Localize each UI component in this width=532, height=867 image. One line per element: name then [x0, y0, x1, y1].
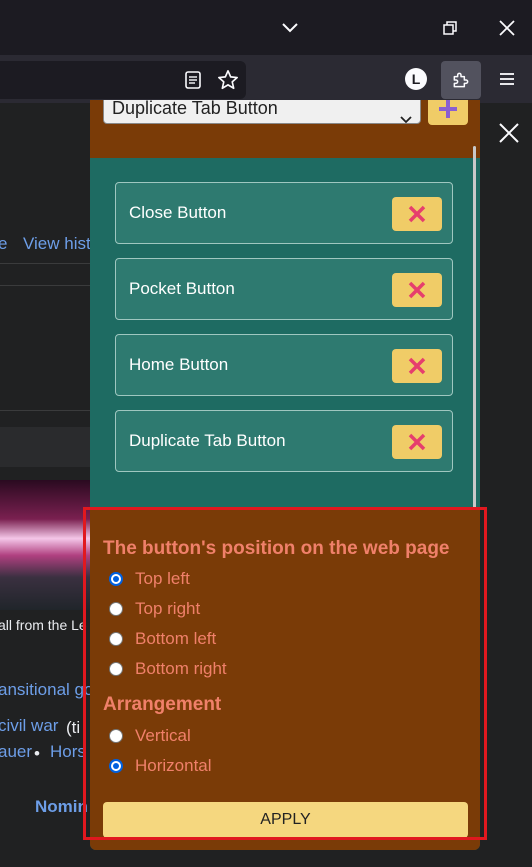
nomin-heading: Nomin: [35, 797, 88, 816]
paren-text: (ti: [66, 718, 81, 737]
divider: [0, 410, 95, 411]
close-icon: [408, 281, 426, 299]
item-label: Close Button: [129, 203, 227, 222]
popup-header: Duplicate Tab Button: [90, 100, 480, 158]
view-history-link[interactable]: View hist: [23, 234, 91, 254]
remove-button[interactable]: [392, 273, 442, 307]
account-avatar-letter: L: [405, 68, 427, 90]
add-button[interactable]: [428, 100, 468, 125]
hamburger-menu-icon[interactable]: [492, 64, 522, 94]
bullet-separator: •: [34, 744, 40, 763]
window-titlebar: [0, 0, 532, 55]
puzzle-icon: [453, 72, 469, 88]
plus-icon: [439, 100, 457, 118]
radio-button[interactable]: [109, 662, 123, 676]
radio-label: Bottom left: [135, 629, 217, 648]
list-item: Close Button: [115, 182, 453, 244]
list-item: Pocket Button: [115, 258, 453, 320]
select-value: Duplicate Tab Button: [112, 100, 278, 118]
close-icon: [408, 357, 426, 375]
radio-vertical[interactable]: Vertical: [109, 725, 191, 747]
civil-war-link[interactable]: civil war: [0, 716, 58, 736]
remove-button[interactable]: [392, 425, 442, 459]
reader-view-icon[interactable]: [178, 65, 208, 95]
url-bar[interactable]: [0, 61, 246, 99]
page-link-e[interactable]: e: [0, 234, 7, 254]
close-icon[interactable]: [494, 118, 524, 148]
radio-button[interactable]: [109, 759, 123, 773]
close-icon: [408, 205, 426, 223]
extension-popup: Duplicate Tab Button Close Button Pocket…: [90, 100, 480, 850]
horst-link[interactable]: Hors: [50, 742, 86, 762]
extensions-button[interactable]: [441, 61, 481, 99]
radio-bottom-left[interactable]: Bottom left: [109, 628, 216, 650]
remove-button[interactable]: [392, 349, 442, 383]
item-label: Home Button: [129, 355, 229, 374]
account-avatar[interactable]: L: [401, 64, 431, 94]
list-item: Duplicate Tab Button: [115, 410, 453, 472]
radio-bottom-right[interactable]: Bottom right: [109, 658, 227, 680]
settings-panel: The button's position on the web page To…: [90, 508, 480, 850]
remove-button[interactable]: [392, 197, 442, 231]
list-item: Home Button: [115, 334, 453, 396]
radio-button[interactable]: [109, 729, 123, 743]
radio-button[interactable]: [109, 632, 123, 646]
close-icon: [408, 433, 426, 451]
radio-label: Horizontal: [135, 756, 212, 775]
radio-label: Top right: [135, 599, 201, 618]
arrangement-section-title: Arrangement: [103, 694, 222, 715]
position-section-title: The button's position on the web page: [103, 538, 450, 559]
page-tab-strip: [0, 427, 95, 467]
radio-label: Bottom right: [135, 659, 227, 678]
restore-window-icon[interactable]: [436, 14, 464, 42]
bookmark-star-icon[interactable]: [213, 65, 243, 95]
article-photo: [0, 480, 90, 610]
radio-horizontal[interactable]: Horizontal: [109, 755, 212, 777]
radio-label: Vertical: [135, 726, 191, 745]
chevron-down-icon: [400, 103, 412, 133]
radio-button[interactable]: [109, 602, 123, 616]
radio-label: Top left: [135, 569, 190, 588]
divider: [0, 285, 95, 286]
photo-caption: all from the Le: [0, 617, 87, 633]
auer-link[interactable]: auer: [0, 742, 32, 762]
apply-button[interactable]: APPLY: [103, 802, 468, 838]
radio-button[interactable]: [109, 572, 123, 586]
chevron-down-icon[interactable]: [276, 14, 304, 42]
button-type-select[interactable]: Duplicate Tab Button: [103, 100, 421, 124]
item-label: Duplicate Tab Button: [129, 431, 286, 450]
close-window-icon[interactable]: [493, 14, 521, 42]
radio-top-right[interactable]: Top right: [109, 598, 200, 620]
radio-top-left[interactable]: Top left: [109, 568, 190, 590]
transitional-link[interactable]: ansitional go: [0, 680, 93, 700]
divider: [0, 263, 95, 264]
item-label: Pocket Button: [129, 279, 235, 298]
